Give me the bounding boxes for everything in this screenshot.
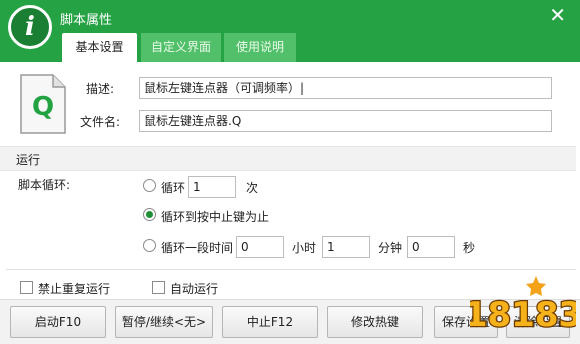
divider [6,269,576,270]
loop-duration-radio[interactable] [143,239,156,252]
auto-run-label: 自动运行 [170,282,219,296]
auto-run-checkbox[interactable] [152,281,165,294]
seconds-unit: 秒 [463,241,476,255]
description-input[interactable]: 鼠标左键连点器（可调频率）| [139,77,552,99]
run-section-title: 运行 [16,153,41,167]
pause-resume-button[interactable]: 暂停/继续<无> [115,306,213,338]
window-title: 脚本属性 [60,13,113,28]
loop-duration-label: 循环一段时间 [161,241,234,255]
tab-basic-settings[interactable]: 基本设置 [62,33,137,62]
tab-usage-guide[interactable]: 使用说明 [224,33,296,62]
loop-count-radio[interactable] [143,179,156,192]
script-file-icon: Q [20,74,66,134]
loop-until-stop-label: 循环到按中止键为止 [161,210,270,224]
filename-label: 文件名: [80,115,121,129]
file-icon-glyph: Q [32,92,54,122]
app-logo-icon: i [8,5,52,49]
hours-input[interactable]: 0 [236,236,284,258]
watermark-text: 18183 [470,295,576,335]
loop-count-label: 循环 [161,181,186,195]
close-icon[interactable]: ✕ [549,4,566,26]
loop-until-stop-radio[interactable] [143,208,156,221]
minutes-input[interactable]: 1 [322,236,370,258]
loop-count-input[interactable]: 1 [188,176,236,198]
filename-input[interactable]: 鼠标左键连点器.Q [139,110,552,132]
stop-button[interactable]: 中止F12 [222,306,318,338]
run-section-header: 运行 [0,146,576,171]
tab-custom-ui[interactable]: 自定义界面 [141,33,221,62]
no-repeat-run-checkbox[interactable] [20,281,33,294]
no-repeat-run-label: 禁止重复运行 [38,282,111,296]
start-button[interactable]: 启动F10 [10,306,106,338]
description-label: 描述: [86,82,115,96]
edit-hotkey-button[interactable]: 修改热键 [327,306,423,338]
seconds-input[interactable]: 0 [407,236,455,258]
watermark-logo: 18183 [470,276,576,336]
script-loop-label: 脚本循环: [18,178,71,192]
hours-unit: 小时 [292,241,317,255]
minutes-unit: 分钟 [378,241,403,255]
loop-count-unit: 次 [246,181,259,195]
